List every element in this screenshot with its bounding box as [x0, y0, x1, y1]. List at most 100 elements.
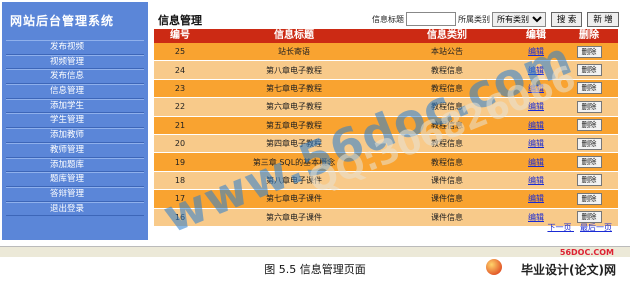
col-header-edit: 编辑	[512, 29, 560, 43]
cell-title: 第六章电子课件	[206, 208, 382, 227]
delete-button[interactable]: 删除	[576, 119, 602, 132]
sidebar-menu: 发布视频 视频管理 发布信息 信息管理 添加学生 学生管理 添加教师 教师管理 …	[6, 40, 144, 217]
delete-button[interactable]: 删除	[576, 137, 602, 150]
table-row: 24 第八章电子教程 教程信息 编辑 删除	[154, 60, 618, 80]
edit-link[interactable]: 编辑	[528, 66, 544, 75]
cell-title: 第八章电子课件	[206, 171, 382, 191]
delete-button[interactable]: 删除	[576, 82, 602, 95]
sidebar-item-info-manage[interactable]: 信息管理	[6, 84, 144, 99]
edit-link[interactable]: 编辑	[528, 84, 544, 93]
delete-button[interactable]: 删除	[576, 192, 602, 205]
sidebar-item-video-manage[interactable]: 视频管理	[6, 54, 144, 70]
cell-edit: 编辑	[512, 60, 560, 80]
cell-id: 20	[154, 134, 206, 154]
cell-delete: 删除	[560, 134, 618, 154]
sidebar-item-add-question[interactable]: 添加题库	[6, 157, 144, 173]
cell-id: 21	[154, 116, 206, 135]
cell-delete: 删除	[560, 79, 618, 99]
cell-edit: 编辑	[512, 79, 560, 99]
title-filter-label: 信息标题	[372, 14, 404, 24]
edit-link[interactable]: 编辑	[528, 121, 544, 130]
search-button[interactable]: 搜 索	[551, 11, 583, 27]
cell-title: 第七章电子课件	[206, 189, 382, 209]
delete-button[interactable]: 删除	[576, 100, 602, 113]
info-table: 编号 信息标题 信息类别 编辑 删除 25 站长寄语 本站公告 编辑 删除 24 第八章电子…	[154, 29, 618, 227]
col-header-delete: 删除	[560, 29, 618, 43]
category-select[interactable]: 所有类别	[492, 11, 546, 27]
sidebar-item-question-manage[interactable]: 题库管理	[6, 172, 144, 187]
category-filter-label: 所属类别	[458, 14, 490, 24]
cell-title: 第八章电子教程	[206, 60, 382, 80]
cell-edit: 编辑	[512, 134, 560, 154]
cell-delete: 删除	[560, 116, 618, 135]
sidebar-item-teacher-manage[interactable]: 教师管理	[6, 142, 144, 158]
sidebar-item-add-student[interactable]: 添加学生	[6, 98, 144, 114]
logo-url: 56DOC.COM	[559, 248, 614, 257]
sidebar-item-publish-video[interactable]: 发布视频	[6, 40, 144, 55]
cell-category: 课件信息	[382, 171, 512, 191]
cell-category: 教程信息	[382, 79, 512, 99]
search-bar: 信息标题 所属类别 所有类别 搜 索 新 增	[372, 10, 619, 28]
delete-button[interactable]: 删除	[576, 45, 602, 58]
cell-title: 第四章电子教程	[206, 134, 382, 154]
sidebar: 网站后台管理系统 发布视频 视频管理 发布信息 信息管理 添加学生 学生管理 添…	[2, 2, 148, 240]
logo: 56DOC.COM 毕业设计(论文)网	[470, 248, 620, 280]
edit-link[interactable]: 编辑	[528, 194, 544, 203]
cell-category: 本站公告	[382, 43, 512, 62]
pagination: 下一页 最后一页	[541, 222, 612, 233]
sidebar-item-add-teacher[interactable]: 添加教师	[6, 128, 144, 143]
delete-button[interactable]: 删除	[576, 64, 602, 77]
cell-category: 教程信息	[382, 97, 512, 117]
cell-edit: 编辑	[512, 43, 560, 62]
cell-edit: 编辑	[512, 171, 560, 191]
sidebar-item-logout[interactable]: 退出登录	[6, 201, 144, 217]
table-row: 18 第八章电子课件 课件信息 编辑 删除	[154, 171, 618, 191]
add-button[interactable]: 新 增	[587, 11, 619, 27]
table-row: 21 第五章电子教程 教程信息 编辑 删除	[154, 116, 618, 135]
sidebar-item-defense-manage[interactable]: 答辩管理	[6, 186, 144, 202]
table-row: 25 站长寄语 本站公告 编辑 删除	[154, 43, 618, 62]
cell-edit: 编辑	[512, 189, 560, 209]
cell-id: 25	[154, 43, 206, 62]
edit-link[interactable]: 编辑	[528, 139, 544, 148]
logo-text: 毕业设计(论文)网	[521, 263, 616, 277]
cell-delete: 删除	[560, 171, 618, 191]
edit-link[interactable]: 编辑	[528, 102, 544, 111]
cell-title: 第六章电子教程	[206, 97, 382, 117]
edit-link[interactable]: 编辑	[528, 158, 544, 167]
title-search-input[interactable]	[406, 12, 456, 26]
delete-button[interactable]: 删除	[576, 156, 602, 169]
main-panel: 信息管理 信息标题 所属类别 所有类别 搜 索 新 增 编号 信息标题 信息类别…	[150, 0, 622, 245]
logo-ball-icon	[486, 259, 502, 275]
cell-title: 第五章电子教程	[206, 116, 382, 135]
col-header-category: 信息类别	[382, 29, 512, 43]
edit-link[interactable]: 编辑	[528, 47, 544, 56]
cell-title: 站长寄语	[206, 43, 382, 62]
edit-link[interactable]: 编辑	[528, 176, 544, 185]
table-row: 19 第三章 SQL的基本概念 教程信息 编辑 删除	[154, 152, 618, 172]
cell-id: 22	[154, 97, 206, 117]
cell-delete: 删除	[560, 189, 618, 209]
cell-delete: 删除	[560, 97, 618, 117]
cell-category: 教程信息	[382, 60, 512, 80]
app-window: 网站后台管理系统 发布视频 视频管理 发布信息 信息管理 添加学生 学生管理 添…	[0, 0, 630, 250]
cell-edit: 编辑	[512, 152, 560, 172]
sidebar-item-student-manage[interactable]: 学生管理	[6, 113, 144, 129]
cell-id: 24	[154, 60, 206, 80]
cell-id: 23	[154, 79, 206, 99]
cell-id: 17	[154, 189, 206, 209]
cell-edit: 编辑	[512, 116, 560, 135]
cell-category: 教程信息	[382, 134, 512, 154]
cell-id: 19	[154, 152, 206, 172]
delete-button[interactable]: 删除	[576, 174, 602, 187]
sidebar-title: 网站后台管理系统	[10, 14, 115, 28]
sidebar-item-publish-info[interactable]: 发布信息	[6, 69, 144, 85]
table-row: 22 第六章电子教程 教程信息 编辑 删除	[154, 97, 618, 117]
table-header-row: 编号 信息标题 信息类别 编辑 删除	[154, 29, 618, 43]
cell-category: 教程信息	[382, 152, 512, 172]
edit-link[interactable]: 编辑	[528, 213, 544, 222]
cell-delete: 删除	[560, 152, 618, 172]
next-page-link[interactable]: 下一页	[547, 223, 571, 232]
last-page-link[interactable]: 最后一页	[580, 223, 612, 232]
table-row: 17 第七章电子课件 课件信息 编辑 删除	[154, 189, 618, 209]
